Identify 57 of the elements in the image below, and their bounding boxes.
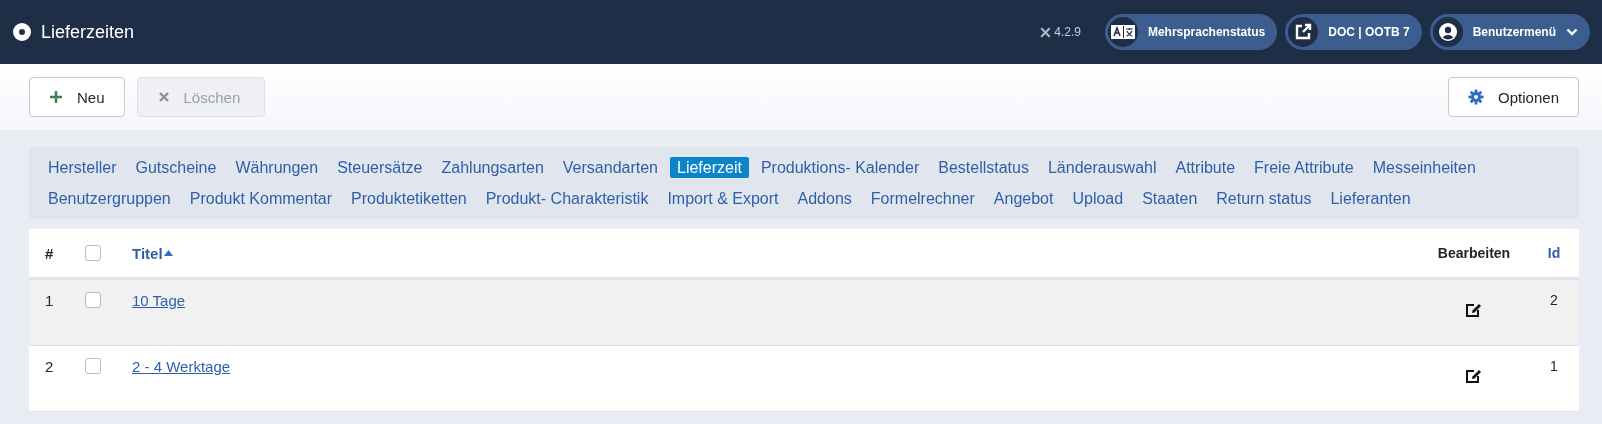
submenu-link[interactable]: Produkt- Charakteristik xyxy=(478,188,656,209)
external-link-icon xyxy=(1294,23,1313,41)
row-number: 1 xyxy=(44,292,55,309)
submenu-link[interactable]: Hersteller xyxy=(41,157,124,178)
settings-icon xyxy=(1468,89,1485,105)
sort-id-link[interactable]: Id xyxy=(1529,245,1579,261)
id-cell-text: 1 xyxy=(1549,358,1559,374)
version-label: 4.2.9 xyxy=(1040,25,1081,39)
sort-ascending-icon xyxy=(163,250,173,256)
submenu-link[interactable]: Lieferzeit xyxy=(670,157,749,178)
submenu-link[interactable]: Import & Export xyxy=(660,188,786,209)
submenu-link[interactable]: Messeinheiten xyxy=(1365,157,1483,178)
row-checkbox[interactable] xyxy=(85,358,101,374)
close-icon xyxy=(157,91,170,103)
submenu-link[interactable]: Länderauswahl xyxy=(1040,157,1164,178)
submenu-link[interactable]: Zahlungsarten xyxy=(434,157,551,178)
disc-icon xyxy=(12,22,32,42)
submenu-link[interactable]: Freie Attribute xyxy=(1247,157,1361,178)
title-link[interactable]: 2 - 4 Werktage xyxy=(132,358,231,375)
submenu-link[interactable]: Bestellstatus xyxy=(931,157,1036,178)
column-header: Bearbeiten xyxy=(1436,245,1512,261)
submenu-link[interactable]: Währungen xyxy=(228,157,326,178)
options-button[interactable]: Optionen xyxy=(1448,77,1579,117)
submenu-link[interactable]: Addons xyxy=(790,188,859,209)
row-checkbox[interactable] xyxy=(85,292,101,308)
user-icon xyxy=(1437,22,1458,42)
edit-icon[interactable] xyxy=(1465,368,1483,384)
submenu-link[interactable]: Steuersätze xyxy=(330,157,430,178)
submenu-link[interactable]: Staaten xyxy=(1135,188,1205,209)
column-header: # xyxy=(44,244,55,262)
submenu-link[interactable]: Return status xyxy=(1209,188,1319,209)
submenu-link[interactable]: Upload xyxy=(1065,188,1131,209)
sort-title-link[interactable]: Titel xyxy=(132,244,173,262)
title-link[interactable]: 10 Tage xyxy=(132,292,186,309)
submenu-link[interactable]: Formelrechner xyxy=(863,188,982,209)
user-menu-button[interactable]: Benutzermenü xyxy=(1429,14,1590,50)
external-link-button[interactable]: DOC | OOTB 7 xyxy=(1285,14,1422,50)
submenu-link[interactable]: Versandarten xyxy=(555,157,665,178)
edit-icon[interactable] xyxy=(1465,302,1483,318)
row-number: 2 xyxy=(44,358,55,375)
submenu-link[interactable]: Produktions- Kalender xyxy=(753,157,927,178)
submenu-link[interactable]: Benutzergruppen xyxy=(41,188,178,209)
submenu-link[interactable]: Gutscheine xyxy=(128,157,224,178)
submenu-link[interactable]: Lieferanten xyxy=(1323,188,1418,209)
language-status-button[interactable]: Mehrsprachenstatus xyxy=(1104,14,1278,50)
new-button[interactable]: Neu xyxy=(29,77,125,117)
select-all-checkbox[interactable] xyxy=(85,245,101,261)
chevron-down-icon xyxy=(1566,28,1578,36)
page-title: Lieferzeiten xyxy=(41,21,135,43)
plus-icon xyxy=(49,90,63,104)
id-cell-text: 2 xyxy=(1549,292,1559,308)
submenu-link[interactable]: Produktetiketten xyxy=(344,188,474,209)
submenu-link[interactable]: Attribute xyxy=(1168,157,1243,178)
submenu-link[interactable]: Produkt Kommentar xyxy=(182,188,340,209)
translate-icon xyxy=(1110,25,1135,39)
submenu-link[interactable]: Angebot xyxy=(986,188,1061,209)
cross-icon xyxy=(1040,26,1052,38)
